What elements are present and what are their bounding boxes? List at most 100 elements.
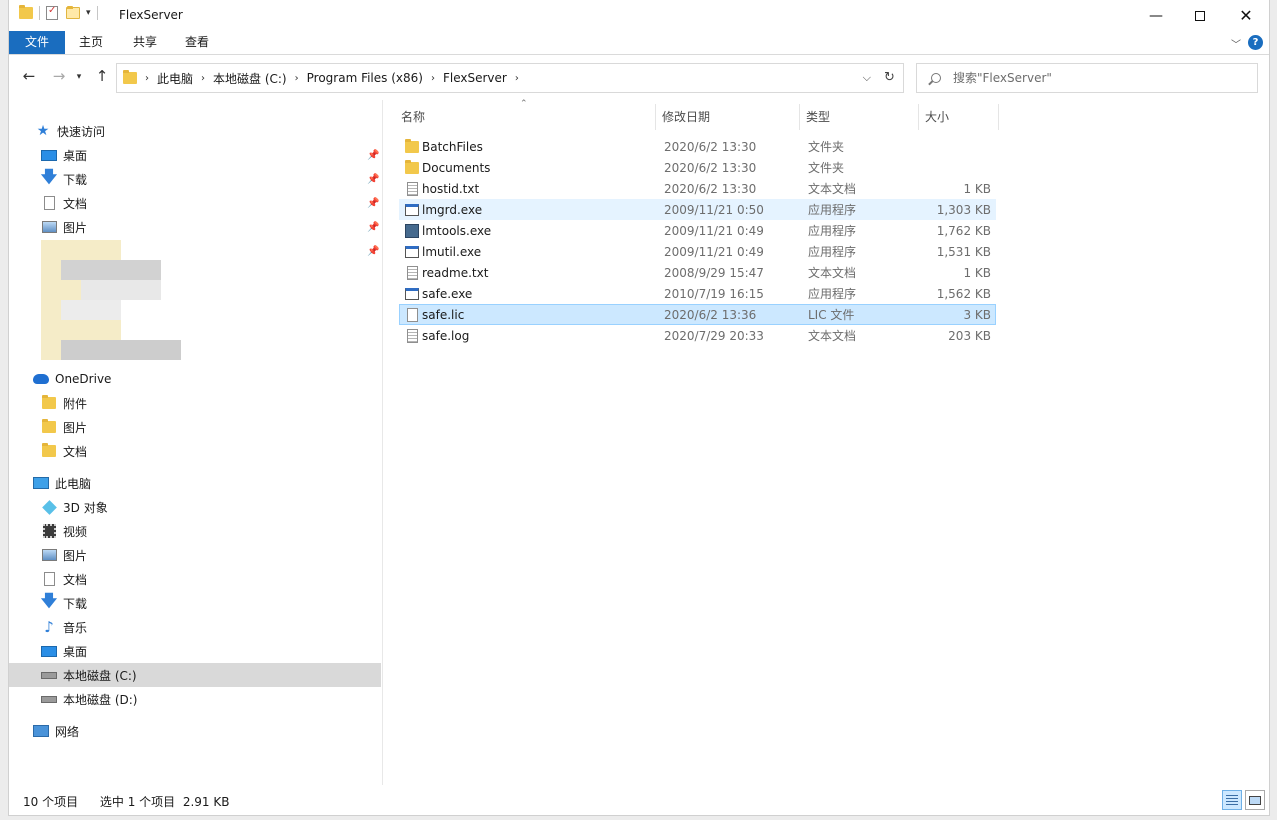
- selection-info: 选中 1 个项目 2.91 KB: [99, 795, 230, 809]
- file-type: 应用程序: [808, 203, 857, 217]
- file-row-safe-lic[interactable]: safe.lic 2020/6/2 13:36 LIC 文件 3 KB: [399, 304, 996, 325]
- document-icon: [43, 196, 55, 210]
- large-icons-view-icon: [1249, 795, 1261, 805]
- nav-pictures[interactable]: 图片: [9, 543, 381, 567]
- file-row-lmutil-exe[interactable]: lmutil.exe 2009/11/21 0:49 应用程序 1,531 KB: [399, 241, 996, 262]
- address-history-dropdown-icon[interactable]: ⌵: [863, 71, 871, 85]
- file-row-safe-log[interactable]: safe.log 2020/7/29 20:33 文本文档 203 KB: [399, 325, 996, 346]
- file-type: 应用程序: [808, 287, 857, 301]
- file-row-hostid-txt[interactable]: hostid.txt 2020/6/2 13:30 文本文档 1 KB: [399, 178, 996, 199]
- nav-onedrive-pictures[interactable]: 图片: [9, 415, 381, 439]
- nav-desktop[interactable]: 桌面: [9, 639, 381, 663]
- file-type: 文本文档: [808, 182, 857, 196]
- chevron-right-icon[interactable]: ›: [295, 73, 299, 84]
- tab-share[interactable]: 共享: [121, 31, 169, 54]
- nav-this-pc[interactable]: 此电脑: [9, 471, 381, 495]
- nav-local-disk-c[interactable]: 本地磁盘 (C:): [9, 663, 381, 687]
- close-button[interactable]: ✕: [1223, 0, 1269, 31]
- file-size: 1,303 KB: [936, 202, 991, 217]
- new-folder-icon[interactable]: [66, 6, 80, 19]
- file-name: hostid.txt: [422, 181, 480, 196]
- chevron-right-icon[interactable]: ›: [515, 73, 519, 84]
- up-button[interactable]: ↑: [92, 67, 112, 85]
- quick-access-toolbar: ▾: [19, 5, 104, 20]
- large-icons-view-button[interactable]: [1245, 790, 1265, 810]
- properties-icon[interactable]: [46, 5, 58, 20]
- file-row-readme-txt[interactable]: readme.txt 2008/9/29 15:47 文本文档 1 KB: [399, 262, 996, 283]
- status-bar: 10 个项目 选中 1 个项目 2.91 KB: [23, 793, 247, 810]
- file-row-lmtools-exe[interactable]: lmtools.exe 2009/11/21 0:49 应用程序 1,762 K…: [399, 220, 996, 241]
- pin-icon[interactable]: 📌: [367, 222, 379, 233]
- pin-icon[interactable]: 📌: [367, 246, 379, 257]
- recent-locations-dropdown[interactable]: ▾: [73, 72, 85, 82]
- chevron-right-icon[interactable]: ›: [201, 73, 205, 84]
- nav-videos[interactable]: 视频: [9, 519, 381, 543]
- breadcrumb-local-disk-c[interactable]: 本地磁盘 (C:): [213, 70, 287, 87]
- file-row-lmgrd-exe[interactable]: lmgrd.exe 2009/11/21 0:50 应用程序 1,303 KB: [399, 199, 996, 220]
- tab-home[interactable]: 主页: [67, 31, 115, 54]
- column-header-size[interactable]: 大小: [919, 104, 999, 130]
- file-date: 2020/7/29 20:33: [664, 328, 764, 343]
- breadcrumb-flexserver[interactable]: FlexServer: [443, 71, 507, 85]
- nav-quick-downloads[interactable]: 🡇 下载 📌: [9, 167, 381, 191]
- address-bar[interactable]: › 此电脑 › 本地磁盘 (C:) › Program Files (x86) …: [116, 63, 878, 93]
- star-icon: ★: [36, 123, 50, 139]
- file-date: 2020/6/2 13:30: [664, 139, 757, 154]
- file-row-batchfiles[interactable]: BatchFiles 2020/6/2 13:30 文件夹: [399, 136, 996, 157]
- file-size: 1 KB: [963, 181, 991, 196]
- customize-toolbar-dropdown-icon[interactable]: ▾: [86, 8, 91, 18]
- chevron-right-icon[interactable]: ›: [145, 73, 149, 84]
- folder-icon: [42, 443, 56, 457]
- chevron-right-icon[interactable]: ›: [431, 73, 435, 84]
- nav-onedrive-documents[interactable]: 文档: [9, 439, 381, 463]
- maximize-button[interactable]: [1177, 0, 1223, 31]
- search-input[interactable]: [953, 71, 1243, 85]
- nav-network[interactable]: 网络: [9, 719, 381, 743]
- nav-3d-objects[interactable]: 3D 对象: [9, 495, 381, 519]
- exe-icon: [405, 203, 419, 216]
- folder-icon: [123, 70, 137, 84]
- pin-icon[interactable]: 📌: [367, 174, 379, 185]
- file-size: 1,762 KB: [936, 223, 991, 238]
- column-header-type[interactable]: 类型: [800, 104, 919, 130]
- ribbon-tabs: 文件 主页 共享 查看 ﹀ ?: [9, 31, 1269, 55]
- pin-icon[interactable]: 📌: [367, 150, 379, 161]
- breadcrumb-this-pc[interactable]: 此电脑: [157, 70, 193, 87]
- nav-quick-desktop[interactable]: 桌面 📌: [9, 143, 381, 167]
- file-name: lmtools.exe: [422, 223, 492, 238]
- forward-button[interactable]: →: [49, 67, 69, 85]
- nav-downloads[interactable]: 🡇 下载: [9, 591, 381, 615]
- nav-quick-access[interactable]: ★ 快速访问: [9, 119, 381, 143]
- refresh-button[interactable]: ↻: [876, 63, 904, 93]
- navigation-pane: ★ 快速访问 桌面 📌 🡇 下载 📌 文档 📌 图片 📌 📌 OneDrive …: [9, 100, 383, 785]
- column-header-name[interactable]: 名称: [395, 104, 656, 130]
- nav-onedrive[interactable]: OneDrive: [9, 367, 381, 391]
- file-type: 文本文档: [808, 266, 857, 280]
- search-box[interactable]: [916, 63, 1258, 93]
- file-date: 2020/6/2 13:30: [664, 160, 757, 175]
- nav-quick-pictures[interactable]: 图片 📌: [9, 215, 381, 239]
- back-button[interactable]: ←: [19, 67, 39, 85]
- file-date: 2010/7/19 16:15: [664, 286, 764, 301]
- file-date: 2008/9/29 15:47: [664, 265, 764, 280]
- minimize-button[interactable]: —: [1133, 0, 1179, 31]
- breadcrumb-program-files-x86[interactable]: Program Files (x86): [307, 71, 423, 85]
- file-row-documents[interactable]: Documents 2020/6/2 13:30 文件夹: [399, 157, 996, 178]
- nav-documents[interactable]: 文档: [9, 567, 381, 591]
- drive-icon: [41, 695, 57, 703]
- expand-ribbon-icon[interactable]: ﹀: [1231, 36, 1241, 51]
- file-date: 2009/11/21 0:49: [664, 223, 764, 238]
- nav-local-disk-d[interactable]: 本地磁盘 (D:): [9, 687, 381, 711]
- nav-onedrive-attachments[interactable]: 附件: [9, 391, 381, 415]
- details-view-button[interactable]: [1222, 790, 1242, 810]
- tab-file[interactable]: 文件: [9, 31, 65, 54]
- pin-icon[interactable]: 📌: [367, 198, 379, 209]
- tab-view[interactable]: 查看: [173, 31, 221, 54]
- file-date: 2020/6/2 13:30: [664, 181, 757, 196]
- nav-music[interactable]: ♪ 音乐: [9, 615, 381, 639]
- nav-quick-documents[interactable]: 文档 📌: [9, 191, 381, 215]
- column-header-date[interactable]: 修改日期: [656, 104, 800, 130]
- file-type: LIC 文件: [808, 308, 855, 322]
- file-row-safe-exe[interactable]: safe.exe 2010/7/19 16:15 应用程序 1,562 KB: [399, 283, 996, 304]
- help-icon[interactable]: ?: [1248, 35, 1263, 50]
